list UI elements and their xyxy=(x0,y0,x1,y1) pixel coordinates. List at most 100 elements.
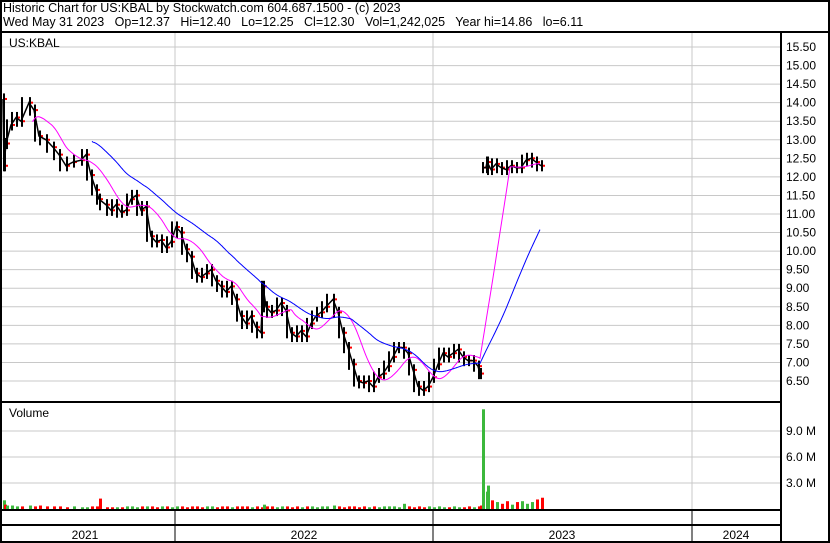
price-tick-label: 12.50 xyxy=(786,151,816,165)
price-tick-label: 11.00 xyxy=(786,207,815,221)
price-tick-label: 12.00 xyxy=(786,170,816,184)
close-mark xyxy=(8,142,10,145)
close-mark xyxy=(198,272,200,275)
close-mark xyxy=(489,161,491,164)
volume-bar xyxy=(21,506,24,509)
price-tick-label: 7.50 xyxy=(786,337,810,351)
close-mark xyxy=(390,365,392,368)
close-mark xyxy=(263,331,265,334)
volume-bar xyxy=(221,506,224,509)
volume-bar xyxy=(34,506,37,509)
close-mark xyxy=(223,285,225,288)
moving-average-long-line xyxy=(91,140,541,373)
close-mark xyxy=(168,246,170,249)
close-mark xyxy=(6,164,8,167)
close-mark xyxy=(178,225,180,228)
close-mark xyxy=(460,348,462,351)
price-tick-label: 13.00 xyxy=(786,133,816,147)
volume-bar xyxy=(378,507,381,509)
volume-bar xyxy=(276,507,279,509)
volume-bar xyxy=(496,502,499,509)
volume-bar xyxy=(296,506,299,509)
close-mark xyxy=(533,157,535,160)
price-tick-label: 15.50 xyxy=(786,40,816,54)
close-mark xyxy=(475,359,477,362)
volume-bar xyxy=(438,506,441,509)
volume-bar xyxy=(398,507,401,509)
close-mark xyxy=(440,363,442,366)
volume-bar xyxy=(111,507,114,509)
close-mark xyxy=(498,162,500,165)
close-mark xyxy=(313,322,315,325)
close-mark xyxy=(430,385,432,388)
close-mark xyxy=(13,123,15,126)
close-mark xyxy=(268,305,270,308)
close-mark xyxy=(228,290,230,293)
close-mark xyxy=(88,153,90,156)
volume-bar xyxy=(348,506,351,509)
close-mark xyxy=(415,368,417,371)
close-mark xyxy=(173,240,175,243)
stock-chart-window: Historic Chart for US:KBAL by Stockwatch… xyxy=(0,0,830,543)
volume-bar xyxy=(263,504,266,509)
volume-bar xyxy=(286,506,289,509)
volume-bar xyxy=(443,507,446,509)
close-mark xyxy=(118,203,120,206)
volume-bar xyxy=(491,500,494,509)
volume-bar xyxy=(39,505,42,509)
close-mark xyxy=(61,153,63,156)
volume-bar xyxy=(521,501,524,509)
volume-bar xyxy=(181,506,184,509)
volume-bar xyxy=(531,502,534,509)
symbol-label: US:KBAL xyxy=(9,36,60,50)
close-mark xyxy=(345,331,347,334)
volume-bar xyxy=(363,506,366,509)
volume-bar xyxy=(161,506,164,509)
volume-bar xyxy=(196,506,199,509)
close-mark xyxy=(48,138,50,141)
outer-frame xyxy=(0,0,830,543)
price-tick-label: 6.50 xyxy=(786,374,810,388)
volume-bar xyxy=(256,506,259,509)
volume-bar xyxy=(511,504,514,509)
close-mark xyxy=(101,198,103,201)
volume-bar xyxy=(383,506,386,509)
close-mark xyxy=(128,209,130,212)
volume-bar xyxy=(66,507,69,509)
volume-bar xyxy=(423,507,426,509)
price-tick-label: 11.50 xyxy=(786,188,815,202)
close-mark xyxy=(480,365,482,368)
volume-bar xyxy=(59,506,62,509)
volume-bar xyxy=(473,507,476,509)
price-tick-label: 7.00 xyxy=(786,355,810,369)
close-mark xyxy=(455,352,457,355)
close-mark xyxy=(425,389,427,392)
close-mark xyxy=(350,346,352,349)
volume-bar xyxy=(526,503,529,509)
close-mark xyxy=(283,302,285,305)
close-mark xyxy=(355,363,357,366)
volume-tick-label: 9.0 M xyxy=(786,424,816,438)
close-mark xyxy=(395,355,397,358)
price-tick-label: 9.50 xyxy=(786,263,810,277)
price-tick-label: 14.00 xyxy=(786,96,816,110)
close-mark xyxy=(253,315,255,318)
close-mark xyxy=(445,352,447,355)
close-mark xyxy=(538,161,540,164)
close-mark xyxy=(133,198,135,201)
volume-bar xyxy=(516,502,519,509)
volume-bar xyxy=(156,507,159,509)
volume-bar xyxy=(86,507,89,509)
volume-bar xyxy=(291,507,294,509)
volume-bar xyxy=(29,505,32,509)
close-mark xyxy=(278,309,280,312)
close-mark xyxy=(238,298,240,301)
volume-bar xyxy=(99,498,102,509)
volume-bar xyxy=(536,499,539,509)
volume-bar xyxy=(171,507,174,509)
volume-bar xyxy=(146,506,149,509)
volume-tick-label: 6.0 M xyxy=(786,450,816,464)
close-mark xyxy=(385,372,387,375)
price-tick-label: 8.00 xyxy=(786,318,810,332)
volume-bar xyxy=(433,507,436,509)
